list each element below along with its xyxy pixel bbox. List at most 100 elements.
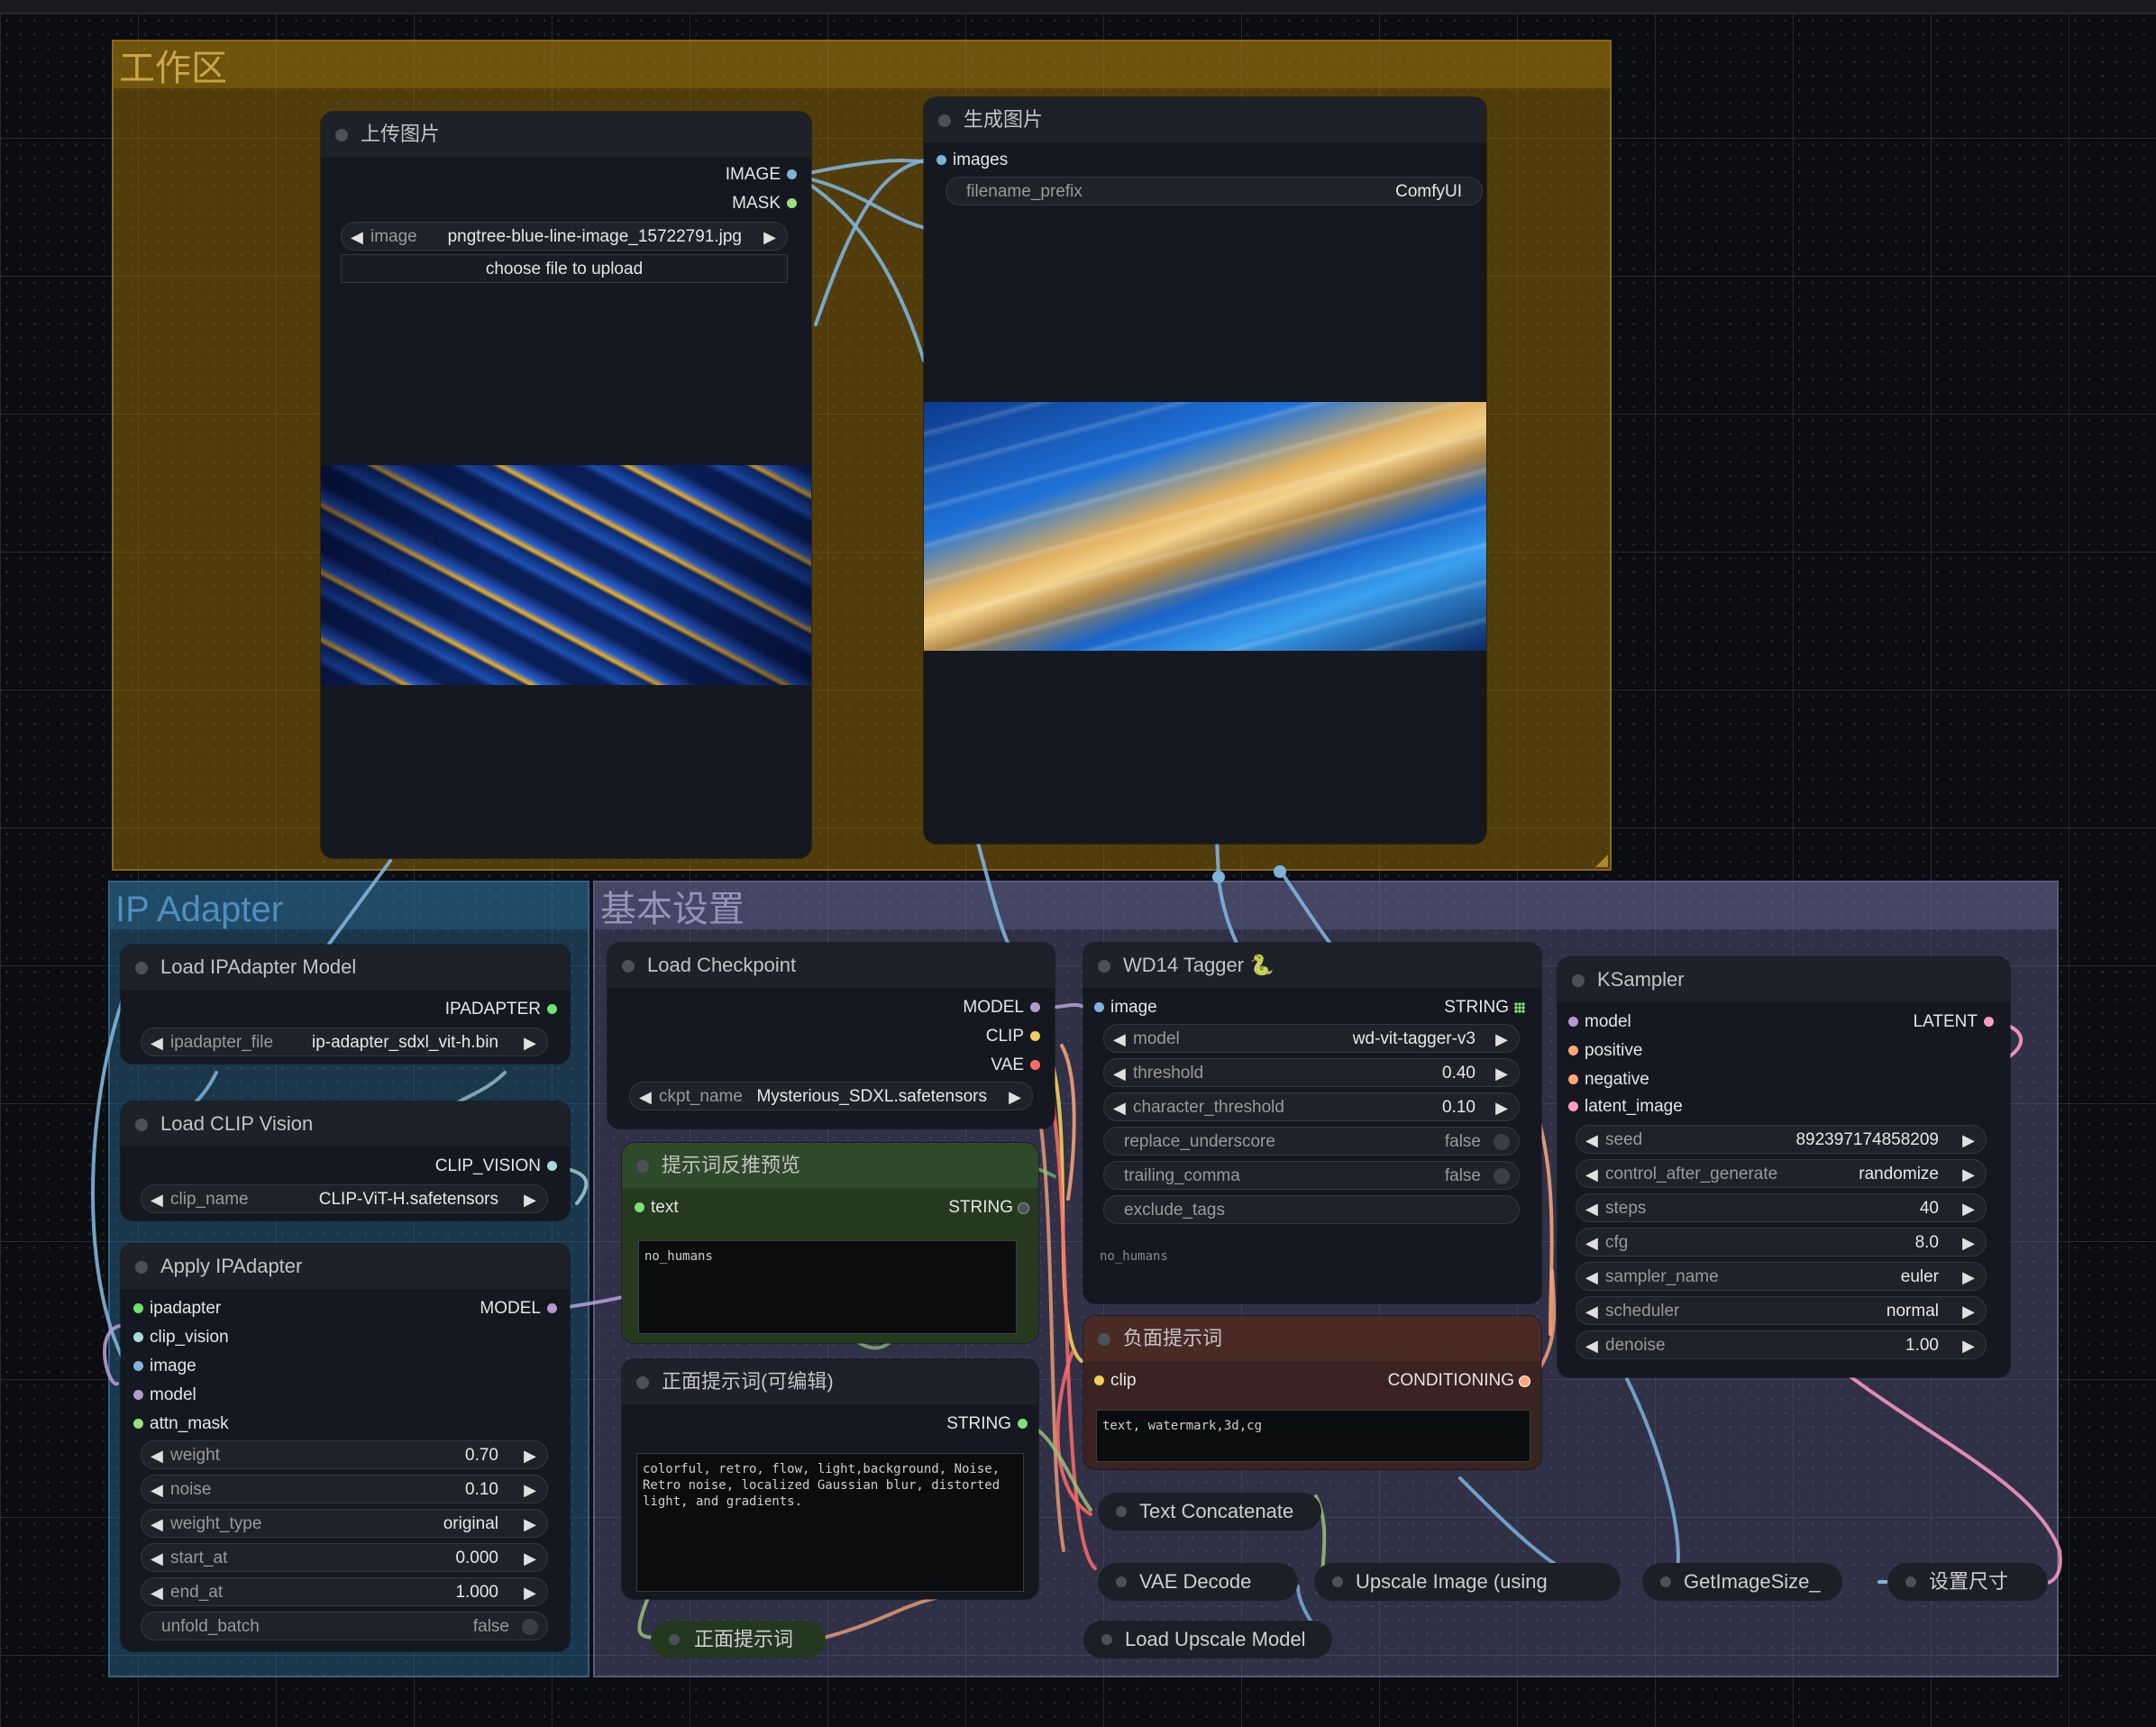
- cfg-field[interactable]: ◀ cfg 8.0 ▶: [1576, 1228, 1987, 1256]
- output-conditioning-socket[interactable]: [1519, 1375, 1530, 1387]
- right-arrow-icon[interactable]: ▶: [1495, 1025, 1508, 1054]
- output-model[interactable]: MODEL: [480, 1298, 557, 1320]
- collapse-dot[interactable]: [1116, 1506, 1127, 1517]
- output-string-socket[interactable]: [1018, 1419, 1028, 1429]
- collapse-dot[interactable]: [636, 1160, 649, 1173]
- output-model[interactable]: MODEL: [963, 997, 1040, 1019]
- input-ipadapter[interactable]: ipadapter: [133, 1298, 221, 1320]
- character-threshold-slider[interactable]: ◀ character_threshold 0.10 ▶: [1103, 1092, 1520, 1121]
- node-negative-prompt[interactable]: 负面提示词 clip CONDITIONING text, watermark,…: [1083, 1316, 1541, 1469]
- left-arrow-icon[interactable]: ◀: [639, 1083, 652, 1111]
- right-arrow-icon[interactable]: ▶: [524, 1544, 536, 1573]
- output-latent[interactable]: LATENT: [1914, 1011, 1994, 1033]
- output-string[interactable]: STRING: [948, 1197, 1029, 1219]
- input-model-socket[interactable]: [133, 1390, 143, 1400]
- right-arrow-icon[interactable]: ▶: [1495, 1059, 1508, 1088]
- right-arrow-icon[interactable]: ▶: [524, 1028, 536, 1057]
- output-latent-socket[interactable]: [1984, 1017, 1994, 1027]
- input-text[interactable]: text: [635, 1197, 679, 1219]
- output-vae-socket[interactable]: [1030, 1060, 1040, 1070]
- start-at-slider[interactable]: ◀ start_at 0.000 ▶: [141, 1543, 548, 1572]
- input-model[interactable]: model: [133, 1384, 196, 1406]
- collapse-dot[interactable]: [335, 129, 348, 142]
- output-string[interactable]: STRING: [1444, 997, 1525, 1019]
- output-mask-socket[interactable]: [787, 198, 797, 208]
- node-title-bar[interactable]: WD14 Tagger 🐍: [1083, 943, 1541, 988]
- node-title-bar[interactable]: Load Checkpoint: [608, 943, 1055, 988]
- input-model[interactable]: model: [1568, 1011, 1631, 1033]
- output-mask[interactable]: MASK: [732, 193, 797, 215]
- right-arrow-icon[interactable]: ▶: [524, 1185, 536, 1214]
- node-title-bar[interactable]: Load IPAdapter Model: [121, 945, 570, 990]
- left-arrow-icon[interactable]: ◀: [1585, 1331, 1598, 1360]
- toggle-knob[interactable]: [1494, 1134, 1510, 1150]
- ipadapter-file-combo[interactable]: ◀ ipadapter_file ip-adapter_sdxl_vit-h.b…: [141, 1028, 548, 1056]
- output-model-socket[interactable]: [1030, 1002, 1040, 1012]
- node-title-bar[interactable]: KSampler: [1558, 957, 2010, 1002]
- node-load-clip-vision[interactable]: Load CLIP Vision CLIP_VISION ◀ clip_name…: [121, 1101, 570, 1220]
- trailing-comma-toggle[interactable]: trailing_comma false: [1103, 1161, 1520, 1190]
- right-arrow-icon[interactable]: ▶: [1962, 1160, 1975, 1189]
- input-positive[interactable]: positive: [1568, 1040, 1642, 1062]
- output-ipadapter-socket[interactable]: [547, 1004, 557, 1014]
- node-title-bar[interactable]: 生成图片: [924, 97, 1486, 142]
- left-arrow-icon[interactable]: ◀: [1585, 1229, 1598, 1257]
- input-model-socket[interactable]: [1568, 1017, 1578, 1027]
- left-arrow-icon[interactable]: ◀: [1113, 1093, 1126, 1122]
- input-image-socket[interactable]: [1094, 1002, 1104, 1012]
- left-arrow-icon[interactable]: ◀: [1113, 1059, 1126, 1088]
- left-arrow-icon[interactable]: ◀: [151, 1476, 163, 1504]
- right-arrow-icon[interactable]: ▶: [524, 1441, 536, 1470]
- right-arrow-icon[interactable]: ▶: [1962, 1297, 1975, 1326]
- node-positive-prompt[interactable]: 正面提示词: [651, 1621, 826, 1658]
- negative-prompt-textarea[interactable]: text, watermark,3d,cg: [1096, 1410, 1530, 1462]
- left-arrow-icon[interactable]: ◀: [151, 1028, 163, 1057]
- node-upload-image[interactable]: 上传图片 IMAGE MASK ◀ image pngtree-blue-lin…: [321, 112, 811, 858]
- input-latent-socket[interactable]: [1568, 1101, 1578, 1111]
- right-arrow-icon[interactable]: ▶: [524, 1510, 536, 1539]
- input-attn-mask-socket[interactable]: [133, 1419, 143, 1429]
- node-set-size[interactable]: 设置尺寸: [1887, 1563, 2048, 1601]
- toggle-knob[interactable]: [522, 1619, 538, 1635]
- output-vae[interactable]: VAE: [991, 1055, 1040, 1076]
- right-arrow-icon[interactable]: ▶: [1009, 1083, 1021, 1111]
- left-arrow-icon[interactable]: ◀: [151, 1185, 163, 1214]
- collapse-dot[interactable]: [135, 1261, 148, 1274]
- right-arrow-icon[interactable]: ▶: [763, 223, 776, 251]
- left-arrow-icon[interactable]: ◀: [151, 1544, 163, 1573]
- left-arrow-icon[interactable]: ◀: [151, 1441, 163, 1470]
- left-arrow-icon[interactable]: ◀: [1585, 1160, 1598, 1189]
- node-get-image-size[interactable]: GetImageSize_: [1642, 1563, 1842, 1601]
- collapse-dot[interactable]: [669, 1634, 680, 1645]
- collapse-dot[interactable]: [135, 1119, 148, 1131]
- right-arrow-icon[interactable]: ▶: [1962, 1263, 1975, 1292]
- grid-socket-icon[interactable]: [1514, 1002, 1525, 1013]
- input-ipadapter-socket[interactable]: [133, 1303, 143, 1313]
- collapse-dot[interactable]: [1098, 1333, 1110, 1346]
- unfold-batch-toggle[interactable]: unfold_batch false: [141, 1612, 548, 1640]
- sampler-name-combo[interactable]: ◀ sampler_name euler ▶: [1576, 1262, 1987, 1291]
- input-text-socket[interactable]: [635, 1202, 644, 1212]
- input-images[interactable]: images: [936, 150, 1008, 171]
- model-combo[interactable]: ◀ model wd-vit-tagger-v3 ▶: [1103, 1024, 1520, 1053]
- node-load-checkpoint[interactable]: Load Checkpoint MODEL CLIP VAE ◀ ckpt_na…: [608, 943, 1055, 1128]
- threshold-slider[interactable]: ◀ threshold 0.40 ▶: [1103, 1058, 1520, 1087]
- ckpt-name-combo[interactable]: ◀ ckpt_name Mysterious_SDXL.safetensors …: [629, 1082, 1033, 1110]
- output-conditioning[interactable]: CONDITIONING: [1388, 1370, 1530, 1392]
- left-arrow-icon[interactable]: ◀: [1585, 1194, 1598, 1223]
- input-clip-vision[interactable]: clip_vision: [133, 1327, 229, 1348]
- output-model-socket[interactable]: [547, 1303, 557, 1313]
- choose-file-button[interactable]: choose file to upload: [341, 254, 788, 283]
- left-arrow-icon[interactable]: ◀: [1585, 1263, 1598, 1292]
- output-string[interactable]: STRING: [946, 1413, 1028, 1435]
- output-image[interactable]: IMAGE: [726, 164, 797, 186]
- node-title-bar[interactable]: 提示词反推预览: [622, 1143, 1038, 1188]
- node-title-bar[interactable]: Apply IPAdapter: [121, 1244, 570, 1289]
- node-title-bar[interactable]: 正面提示词(可编辑): [622, 1359, 1038, 1404]
- denoise-field[interactable]: ◀ denoise 1.00 ▶: [1576, 1330, 1987, 1359]
- node-apply-ipadapter[interactable]: Apply IPAdapter ipadapter MODEL clip_vis…: [121, 1244, 570, 1651]
- node-ksampler[interactable]: KSampler model LATENT positive negative …: [1558, 957, 2010, 1377]
- right-arrow-icon[interactable]: ▶: [1962, 1194, 1975, 1223]
- node-vae-decode[interactable]: VAE Decode: [1098, 1563, 1298, 1601]
- input-image[interactable]: image: [1094, 997, 1157, 1019]
